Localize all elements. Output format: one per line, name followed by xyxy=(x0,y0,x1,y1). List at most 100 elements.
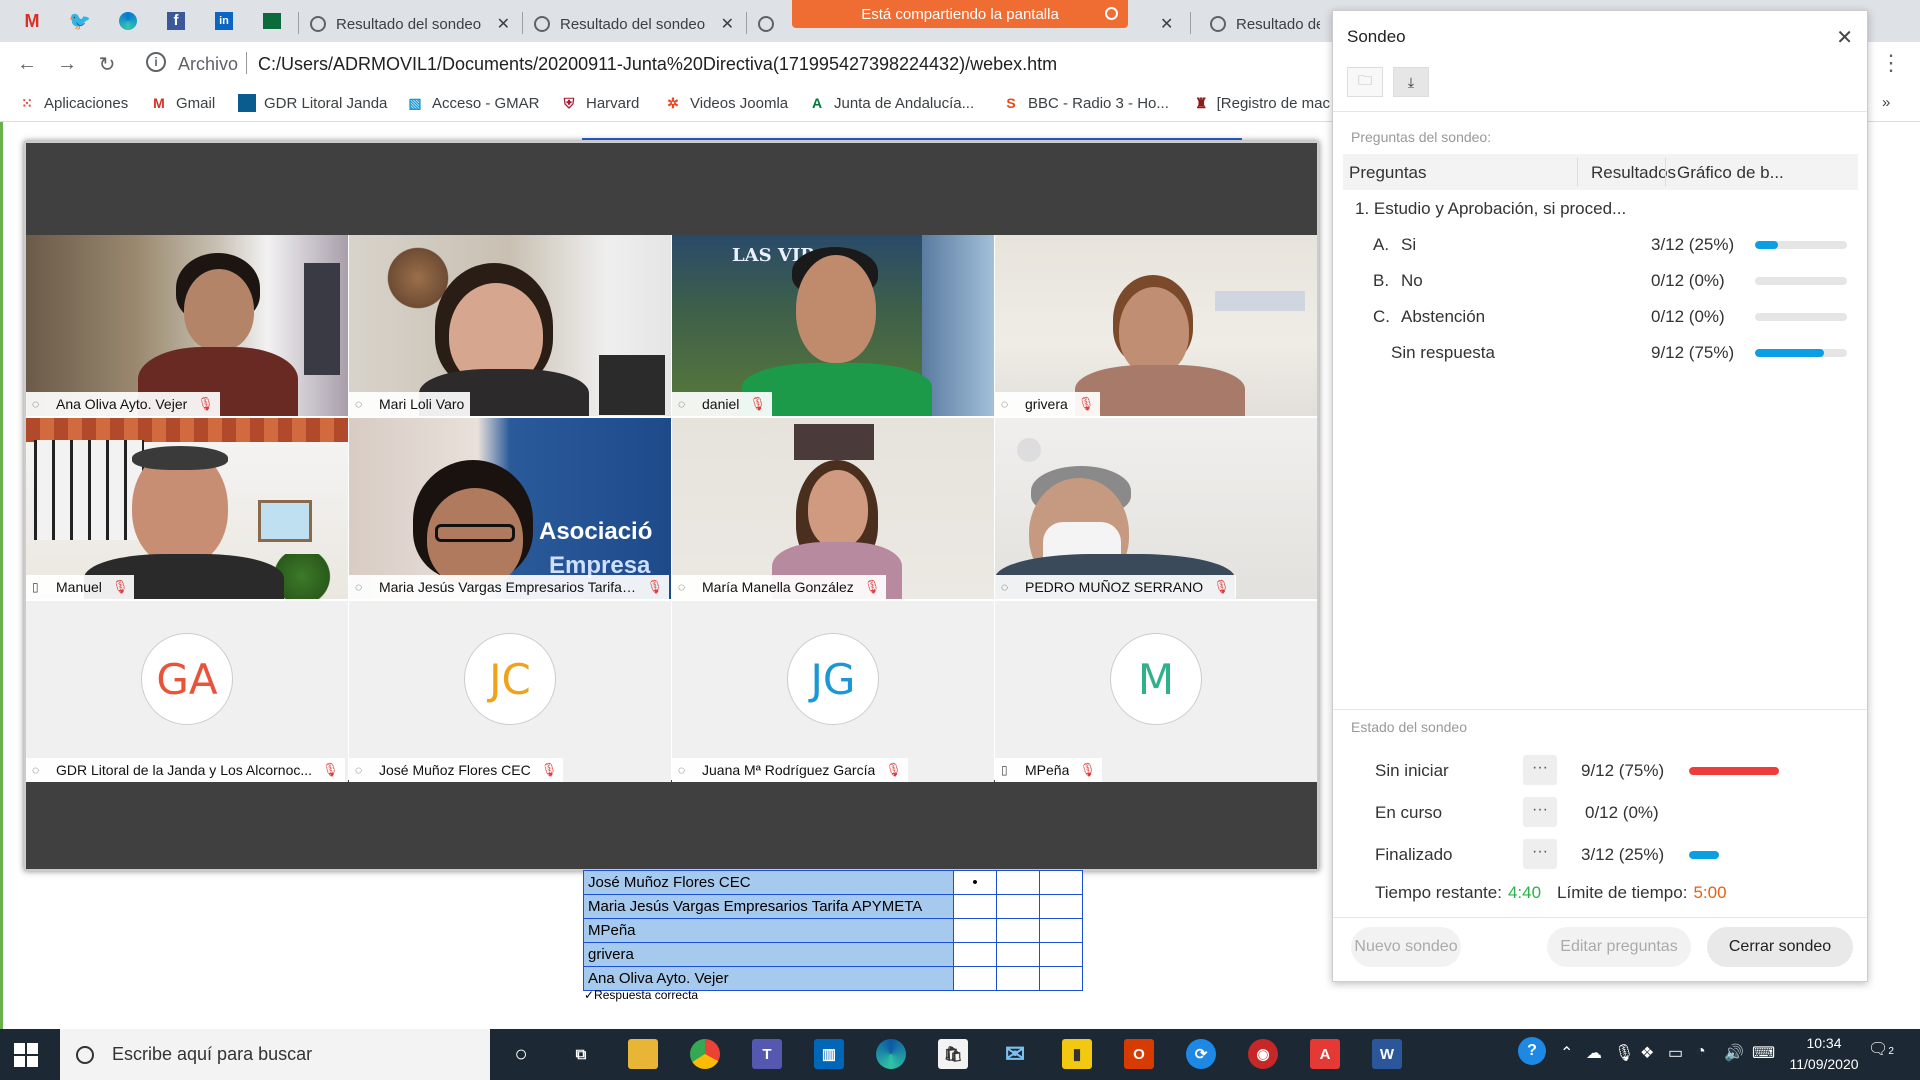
participant-tile[interactable]: GA ◌ GDR Litoral de la Janda y Los Alcorn… xyxy=(26,601,348,782)
dropbox-icon[interactable]: ❖ xyxy=(1640,1043,1654,1063)
chrome-icon[interactable] xyxy=(690,1039,720,1069)
clock-time[interactable]: 10:34 xyxy=(1784,1035,1864,1051)
gmail-pinned-tab[interactable]: M xyxy=(16,8,48,34)
linkedin-pinned-tab[interactable]: in xyxy=(208,8,240,34)
browser-menu-icon[interactable]: ⋮ xyxy=(1880,50,1902,76)
reload-button[interactable]: ↻ xyxy=(92,50,122,78)
url-input[interactable]: C:/Users/ADRMOVIL1/Documents/20200911-Ju… xyxy=(258,54,1057,75)
time-limit-value: 5:00 xyxy=(1693,883,1727,902)
more-bookmarks-icon[interactable]: » xyxy=(1882,94,1890,111)
bookmark-registro[interactable]: ♜ [Registro de mac xyxy=(1194,94,1330,112)
powerbi-icon[interactable]: ▮ xyxy=(1062,1039,1092,1069)
sync-app-icon[interactable]: ⟳ xyxy=(1186,1039,1216,1069)
tab-resultado-1[interactable]: Resultado del sondeo ✕ xyxy=(300,6,520,42)
close-tab-icon[interactable]: ✕ xyxy=(497,14,510,34)
status-heading: Estado del sondeo xyxy=(1351,719,1467,735)
forward-button[interactable]: → xyxy=(52,50,82,78)
task-view-icon[interactable]: ⧉ xyxy=(566,1039,596,1069)
save-download-icon[interactable]: ⤓ xyxy=(1393,67,1429,97)
apps-grid-icon: ⁙ xyxy=(21,94,33,111)
more-button[interactable]: ··· xyxy=(1523,755,1557,785)
wifi-icon[interactable]: ◔ xyxy=(1696,1043,1706,1061)
participant-tile[interactable]: ◌ María Manella González 🎙 xyxy=(672,418,994,599)
word-icon[interactable]: W xyxy=(1372,1039,1402,1069)
office-icon[interactable]: O xyxy=(1124,1039,1154,1069)
junta-icon: A xyxy=(811,95,823,111)
poll-results-table: José Muñoz Flores CEC • Maria Jesús Varga… xyxy=(583,870,1083,991)
teams-icon[interactable]: T xyxy=(752,1039,782,1069)
edge-pinned-tab[interactable] xyxy=(112,8,144,34)
avatar: JC xyxy=(464,633,556,725)
participant-tile[interactable]: Asociació Empresa ◌ Maria Jesús Vargas Em… xyxy=(349,418,671,599)
open-folder-icon[interactable]: 🗀 xyxy=(1347,67,1383,97)
cortana-icon[interactable]: ○ xyxy=(506,1039,536,1069)
close-icon[interactable]: ✕ xyxy=(1836,25,1853,50)
keyboard-icon[interactable]: ⌨ xyxy=(1752,1043,1775,1063)
col-chart: Gráfico de b... xyxy=(1677,163,1784,182)
close-tab-icon[interactable]: ✕ xyxy=(721,14,734,34)
volume-icon[interactable]: 🔊 xyxy=(1724,1043,1744,1063)
store-icon[interactable]: 🛍 xyxy=(938,1039,968,1069)
screen-sharing-banner[interactable]: Está compartiendo la pantalla xyxy=(792,0,1128,28)
facebook-pinned-tab[interactable]: f xyxy=(160,8,192,34)
back-button[interactable]: ← xyxy=(12,50,42,78)
avatar: GA xyxy=(141,633,233,725)
onedrive-icon[interactable]: ☁ xyxy=(1586,1043,1602,1063)
chevron-up-icon[interactable]: ⌃ xyxy=(1560,1043,1573,1063)
close-poll-button[interactable]: Cerrar sondeo xyxy=(1707,927,1853,967)
webex-icon[interactable]: ◉ xyxy=(1248,1039,1278,1069)
status-label: Finalizado xyxy=(1375,845,1453,864)
battery-icon[interactable]: ▭ xyxy=(1668,1043,1683,1063)
chart-pinned-tab[interactable] xyxy=(256,8,288,34)
answer-label: No xyxy=(1401,271,1423,290)
clock-date[interactable]: 11/09/2020 xyxy=(1784,1056,1864,1072)
question-text: 1. Estudio y Aprobación, si proced... xyxy=(1355,199,1627,218)
tab-resultado-2[interactable]: Resultado del sondeo ✕ xyxy=(524,6,744,42)
bookmark-junta[interactable]: A Junta de Andalucía... xyxy=(808,94,974,112)
participant-tile[interactable]: ◌ Ana Oliva Ayto. Vejer 🎙 xyxy=(26,235,348,416)
speaker-icon: ◌ xyxy=(32,397,40,411)
harvard-shield-icon: ⛨ xyxy=(563,94,575,111)
participant-tile[interactable]: JC ◌ José Muñoz Flores CEC 🎙 xyxy=(349,601,671,782)
participant-tile[interactable]: JG ◌ Juana Mª Rodríguez García 🎙 xyxy=(672,601,994,782)
more-button[interactable]: ··· xyxy=(1523,797,1557,827)
edge-icon[interactable] xyxy=(876,1039,906,1069)
bookmark-gmar[interactable]: ▧ Acceso - GMAR xyxy=(406,94,539,112)
bookmark-gdr[interactable]: GDR Litoral Janda xyxy=(238,94,387,112)
participant-tile[interactable]: M ▯ MPeña 🎙 xyxy=(995,601,1317,782)
notifications-icon[interactable]: 🗨2 xyxy=(1868,1039,1898,1069)
answer-letter: A. xyxy=(1373,235,1390,254)
participant-namebar: ◌ Maria Jesús Vargas Empresarios Tarifa .… xyxy=(349,575,669,599)
windows-start-icon[interactable] xyxy=(14,1043,38,1067)
microphone-icon[interactable]: 🎙 xyxy=(1614,1043,1634,1063)
twitter-pinned-tab[interactable]: 🐦 xyxy=(64,8,96,34)
trello-icon[interactable]: ▥ xyxy=(814,1039,844,1069)
participant-tile-active[interactable]: ◌ Mari Loli Varo xyxy=(349,235,671,416)
url-scheme: Archivo xyxy=(178,54,239,74)
bookmark-harvard[interactable]: ⛨ Harvard xyxy=(560,94,640,112)
new-poll-button[interactable]: Nuevo sondeo xyxy=(1351,927,1461,967)
file-explorer-icon[interactable] xyxy=(628,1039,658,1069)
tab-resultado-4[interactable]: Resultado del xyxy=(1200,6,1330,42)
taskbar-search-box[interactable]: Escribe aquí para buscar xyxy=(60,1029,490,1080)
participant-tile[interactable]: ▯ Manuel 🎙 xyxy=(26,418,348,599)
edit-questions-button[interactable]: Editar preguntas xyxy=(1547,927,1691,967)
mail-icon[interactable]: ✉ xyxy=(1000,1039,1030,1069)
bookmark-gmail[interactable]: M Gmail xyxy=(150,94,215,112)
acrobat-icon[interactable]: A xyxy=(1310,1039,1340,1069)
stop-sharing-icon[interactable] xyxy=(1105,7,1118,20)
bookmark-bbc[interactable]: S BBC - Radio 3 - Ho... xyxy=(1002,94,1169,112)
participant-tile[interactable]: LAS VIR ◌ daniel 🎙 xyxy=(672,235,994,416)
gmail-icon: M xyxy=(153,95,165,111)
speaker-icon: ◌ xyxy=(678,580,686,594)
table-cell xyxy=(996,870,1040,895)
bookmark-joomla[interactable]: ✲ Videos Joomla xyxy=(664,94,788,112)
bookmark-apps[interactable]: ⁙ Aplicaciones xyxy=(18,94,128,112)
participant-tile[interactable]: ◌ PEDRO MUÑOZ SERRANO 🎙 xyxy=(995,418,1317,599)
close-tab-icon[interactable]: ✕ xyxy=(1160,14,1173,34)
info-icon[interactable]: i xyxy=(146,52,166,72)
bookmark-label: Harvard xyxy=(586,94,640,112)
more-button[interactable]: ··· xyxy=(1523,839,1557,869)
help-icon[interactable]: ? xyxy=(1518,1037,1546,1065)
participant-tile[interactable]: ◌ grivera 🎙 xyxy=(995,235,1317,416)
